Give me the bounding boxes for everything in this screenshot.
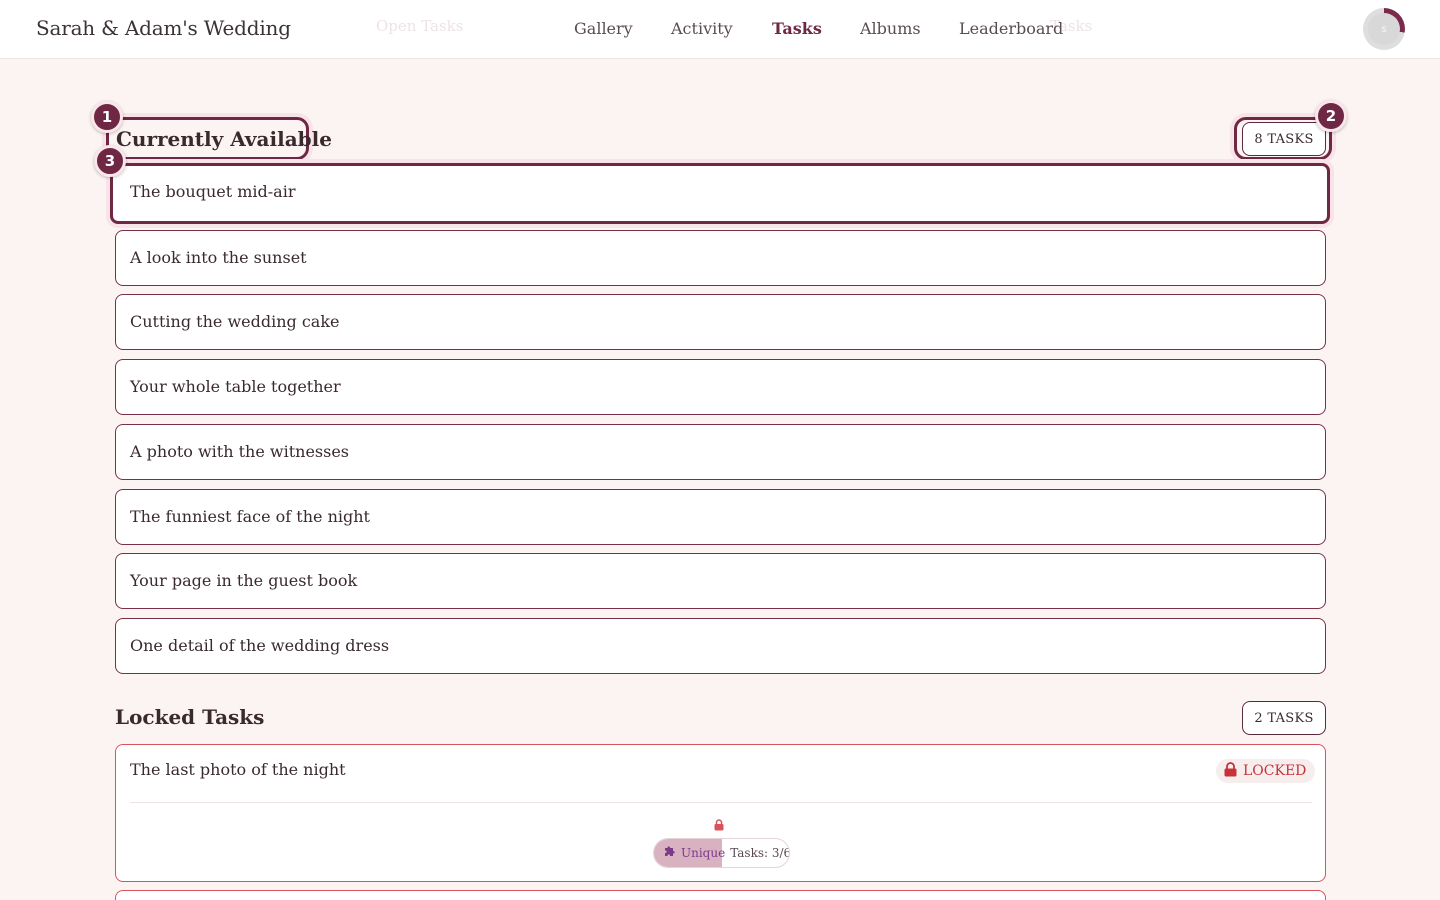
task-card[interactable]: Cutting the wedding cake [115,294,1326,350]
profile-progress-ring[interactable]: s [1363,8,1405,50]
task-card[interactable]: The funniest face of the night [115,489,1326,545]
task-card[interactable]: Your whole table together [115,359,1326,415]
locked-task-card[interactable]: The last photo of the night LOCKED Uniqu… [115,744,1326,882]
task-label: The last photo of the night [130,760,346,779]
task-card[interactable]: Your page in the guest book [115,553,1326,609]
locked-status-label: LOCKED [1243,763,1307,779]
unlock-requirement-pill: Unique Tasks: 3/6 [653,838,790,868]
ghost-open-tasks-label: Open Tasks [376,17,464,35]
task-label: Your whole table together [130,377,341,396]
locked-task-card[interactable] [115,890,1326,900]
lock-icon [714,816,724,835]
task-label: A photo with the witnesses [130,442,350,461]
section-title-available: Currently Available [116,127,332,151]
task-label: One detail of the wedding dress [130,636,390,655]
puzzle-icon [664,845,676,860]
nav-gallery[interactable]: Gallery [574,19,633,38]
nav-activity[interactable]: Activity [671,19,733,38]
annotation-marker-3: 3 [94,145,126,177]
lock-icon [1224,761,1237,781]
task-label: The funniest face of the night [130,507,370,526]
avatar[interactable]: s [1368,13,1400,45]
task-card[interactable]: One detail of the wedding dress [115,618,1326,674]
annotation-marker-1: 1 [91,101,123,133]
annotation-marker-2: 2 [1315,100,1347,132]
task-count-badge: 8 TASKS [1242,122,1326,156]
requirement-type: Unique [681,845,726,860]
task-card[interactable]: A photo with the witnesses [115,424,1326,480]
divider [130,802,1312,803]
task-label: The bouquet mid-air [130,182,296,201]
nav-albums[interactable]: Albums [860,19,921,38]
locked-count-badge: 2 TASKS [1242,701,1326,735]
site-brand[interactable]: Sarah & Adam's Wedding [36,16,291,40]
locked-status-badge: LOCKED [1216,759,1316,783]
task-label: Your page in the guest book [130,571,358,590]
task-card[interactable]: A look into the sunset [115,230,1326,286]
nav-leaderboard[interactable]: Leaderboard [959,19,1063,38]
task-label: Cutting the wedding cake [130,312,340,331]
nav-tasks[interactable]: Tasks [772,19,822,38]
section-title-locked: Locked Tasks [115,705,265,729]
task-card[interactable]: The bouquet mid-air [110,163,1330,224]
top-navigation-bar: Sarah & Adam's Wedding Open Tasks Tasks … [0,0,1440,59]
task-label: A look into the sunset [130,248,307,267]
requirement-count: Tasks: 3/6 [730,845,790,860]
